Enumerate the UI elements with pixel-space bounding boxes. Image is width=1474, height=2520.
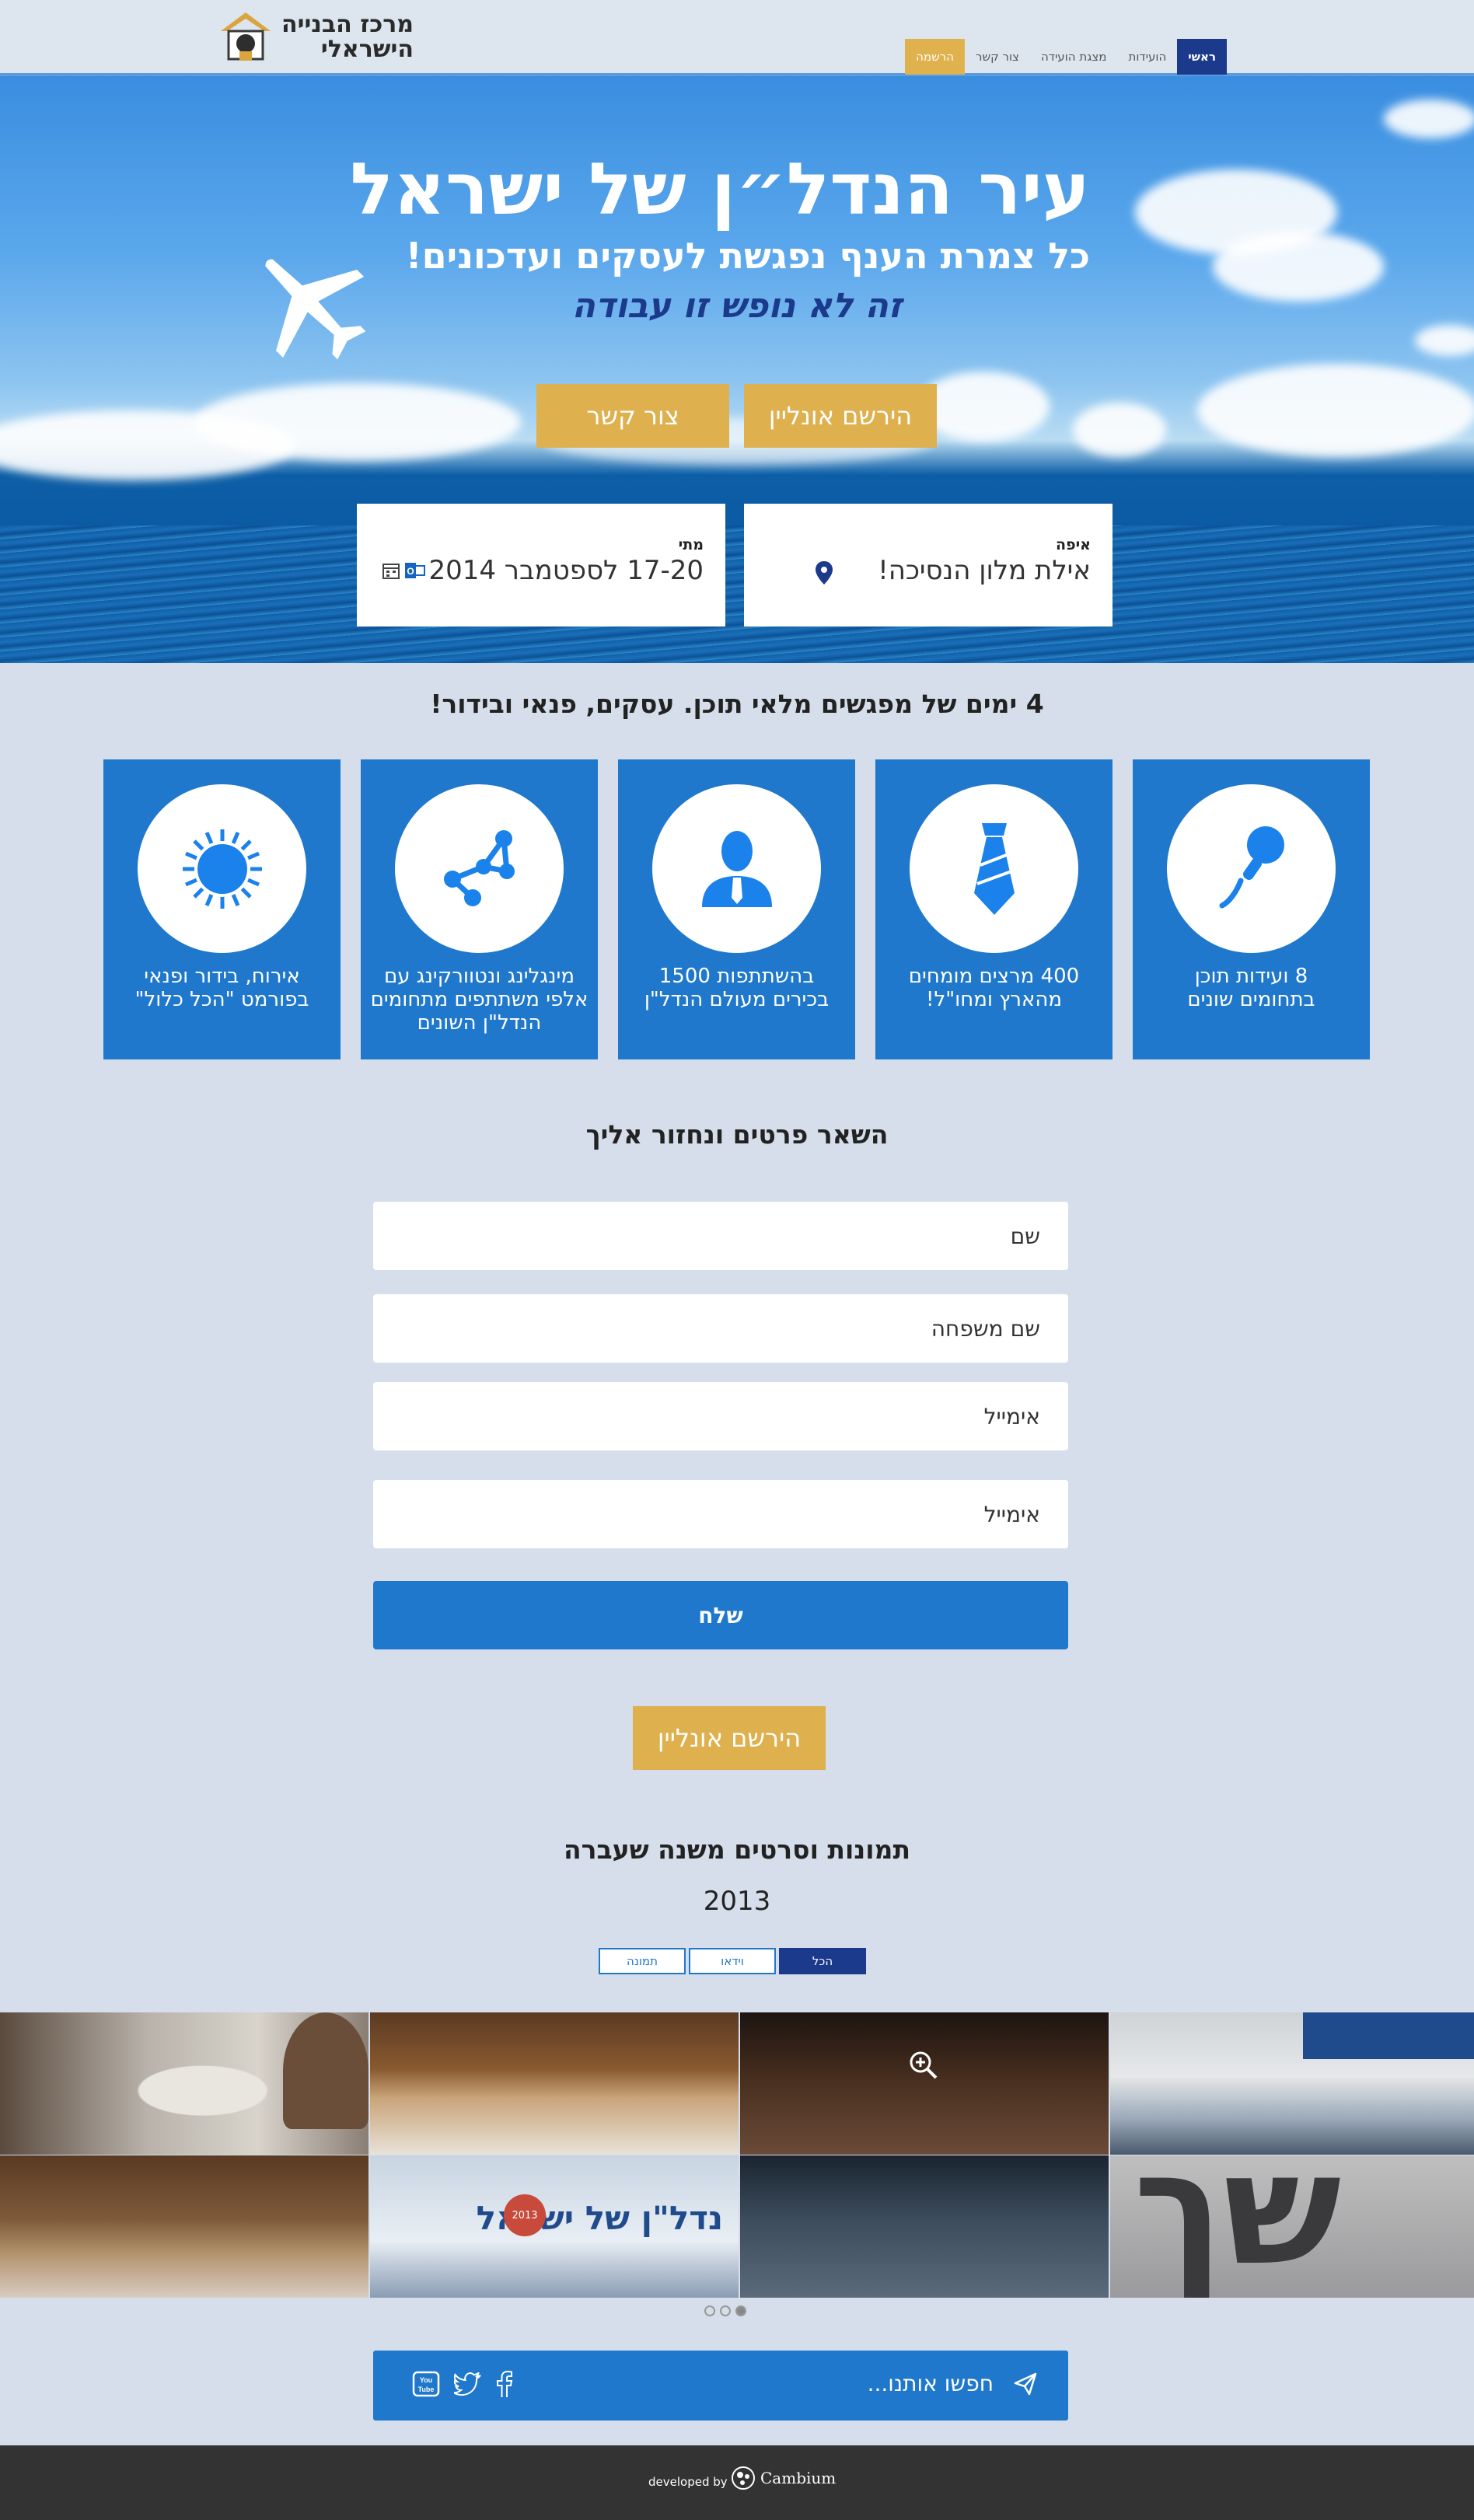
- gallery-photo[interactable]: [0, 2155, 368, 2298]
- cambium-logo[interactable]: Cambium: [731, 2466, 836, 2490]
- header: מרכז הבנייה הישראלי ראשי הועידות מצגת הו…: [0, 0, 1474, 76]
- network-icon: [443, 829, 515, 906]
- carousel-dot[interactable]: [704, 2305, 715, 2316]
- where-value: אילת מלון הנסיכה!: [878, 555, 1091, 586]
- svg-text:You: You: [420, 2376, 432, 2384]
- feature-card: אירוח, בידור ופנאי בפורמט "הכל כלול": [103, 759, 341, 1059]
- send-plane-icon: [1014, 2372, 1037, 2396]
- logo-line2: הישראלי: [320, 36, 414, 63]
- feature-card: 400 מרצים מומחים מהארץ ומחו"ל!: [875, 759, 1112, 1059]
- gallery-photo[interactable]: [1110, 2012, 1474, 2155]
- carousel-dots: [704, 2305, 746, 2316]
- filter-video[interactable]: וידאו: [689, 1948, 776, 1974]
- cloud: [1197, 364, 1474, 457]
- gallery-photo[interactable]: [0, 2012, 368, 2155]
- zoom-icon[interactable]: [908, 2050, 939, 2081]
- social-text: חפשו אותנו...: [867, 2371, 994, 2396]
- youtube-icon[interactable]: You Tube: [412, 2371, 440, 2397]
- cambium-mark-icon: [732, 2466, 755, 2490]
- form-register-button[interactable]: הירשם אונליין: [633, 1706, 826, 1770]
- developed-by-label: developed by: [648, 2475, 728, 2489]
- social-bar: חפשו אותנו... You Tube: [373, 2351, 1068, 2421]
- cloud: [194, 383, 521, 461]
- gallery-photo[interactable]: נדל"ן של ישראל 2013: [370, 2155, 739, 2298]
- carousel-dot-active[interactable]: [735, 2305, 746, 2316]
- filter-all[interactable]: הכל: [779, 1948, 866, 1974]
- email-confirm-field[interactable]: [373, 1480, 1068, 1548]
- nav-presentation[interactable]: מצגת הועידה: [1030, 39, 1118, 75]
- cloud: [1415, 325, 1474, 356]
- outlook-icon[interactable]: O: [405, 561, 425, 580]
- gallery-photo[interactable]: [370, 2012, 739, 2155]
- feature-text: 8 ועידות תוכן בתחומים שונים: [1187, 965, 1315, 1011]
- footer: developed by Cambium: [0, 2445, 1474, 2520]
- carousel-dot[interactable]: [720, 2305, 731, 2316]
- feature-text: בהשתתפות 1500 בכירים מעולם הנדל"ן: [644, 965, 830, 1011]
- last-name-field[interactable]: [373, 1294, 1068, 1363]
- person-icon: [701, 830, 772, 907]
- when-label: מתי: [678, 536, 704, 553]
- twitter-icon[interactable]: [454, 2372, 482, 2396]
- facebook-icon[interactable]: [496, 2371, 513, 2397]
- logo-line1: מרכז הבנייה: [281, 11, 414, 38]
- tile-badge: 2013: [504, 2194, 546, 2236]
- calendar-icon[interactable]: [382, 561, 400, 580]
- cloud: [1384, 99, 1474, 138]
- microphone-icon: [1219, 825, 1284, 908]
- feature-card: 8 ועידות תוכן בתחומים שונים: [1133, 759, 1370, 1059]
- map-pin-icon[interactable]: [816, 561, 833, 585]
- gallery-photo[interactable]: [740, 2155, 1109, 2298]
- features-title: 4 ימים של מפגשים מלאי תוכן. עסקים, פנאי …: [430, 689, 1044, 719]
- where-card: איפה אילת מלון הנסיכה!: [744, 504, 1112, 627]
- gallery-year: 2013: [703, 1886, 771, 1917]
- gallery-photo[interactable]: [740, 2012, 1109, 2155]
- when-card: מתי 17-20 לספטמבר 2014 O: [357, 504, 725, 627]
- feature-text: מינגלינג ונטוורקינג עם אלפי משתתפים מתחו…: [370, 965, 589, 1035]
- sun-icon: [182, 829, 262, 909]
- form-title: השאר פרטים ונחזור אליך: [585, 1119, 889, 1150]
- email-field[interactable]: [373, 1382, 1068, 1450]
- site-logo[interactable]: מרכז הבנייה הישראלי: [216, 6, 418, 68]
- filter-photo[interactable]: תמונה: [599, 1948, 686, 1974]
- hero-banner: עיר הנדל״ן של ישראל כל צמרת הענף נפגשת ל…: [0, 76, 1474, 663]
- gallery-photo[interactable]: שך: [1110, 2155, 1474, 2298]
- tile-badge-text: 2013: [512, 2209, 538, 2222]
- send-button[interactable]: שלח: [373, 1581, 1068, 1649]
- svg-text:Tube: Tube: [418, 2386, 435, 2393]
- feature-text: אירוח, בידור ופנאי בפורמט "הכל כלול": [134, 965, 309, 1011]
- when-value: 17-20 לספטמבר 2014: [428, 555, 704, 586]
- hero-contact-button[interactable]: צור קשר: [536, 384, 729, 448]
- cambium-brand-text: Cambium: [760, 2469, 837, 2487]
- hero-register-button[interactable]: הירשם אונליין: [744, 384, 937, 448]
- hero-tagline: זה לא נופש זו עבודה: [571, 286, 903, 326]
- feature-text: 400 מרצים מומחים מהארץ ומחו"ל!: [908, 965, 1080, 1011]
- hero-subtitle: כל צמרת הענף נפגשת לעסקים ועדכונים!: [405, 235, 1090, 277]
- where-label: איפה: [1056, 536, 1091, 553]
- first-name-field[interactable]: [373, 1202, 1068, 1270]
- nav-contact[interactable]: צור קשר: [965, 39, 1030, 75]
- tile-letters-decoration: שך: [1133, 2155, 1342, 2298]
- nav-conferences[interactable]: הועידות: [1117, 39, 1177, 75]
- feature-card: מינגלינג ונטוורקינג עם אלפי משתתפים מתחו…: [361, 759, 598, 1059]
- sea: [0, 525, 1474, 663]
- tie-icon: [973, 822, 1015, 915]
- main-nav: ראשי הועידות מצגת הועידה צור קשר הרשמה: [905, 39, 1227, 75]
- gallery-title: תמונות וסרטים משנה שעברה: [564, 1834, 910, 1865]
- feature-card: בהשתתפות 1500 בכירים מעולם הנדל"ן: [618, 759, 855, 1059]
- cloud: [917, 372, 1050, 442]
- nav-home[interactable]: ראשי: [1177, 39, 1227, 75]
- svg-text:O: O: [407, 566, 414, 577]
- nav-register[interactable]: הרשמה: [905, 39, 965, 75]
- hero-title: עיר הנדל״ן של ישראל: [350, 148, 1090, 231]
- cloud: [1073, 403, 1166, 457]
- logo-house-icon: [221, 12, 271, 61]
